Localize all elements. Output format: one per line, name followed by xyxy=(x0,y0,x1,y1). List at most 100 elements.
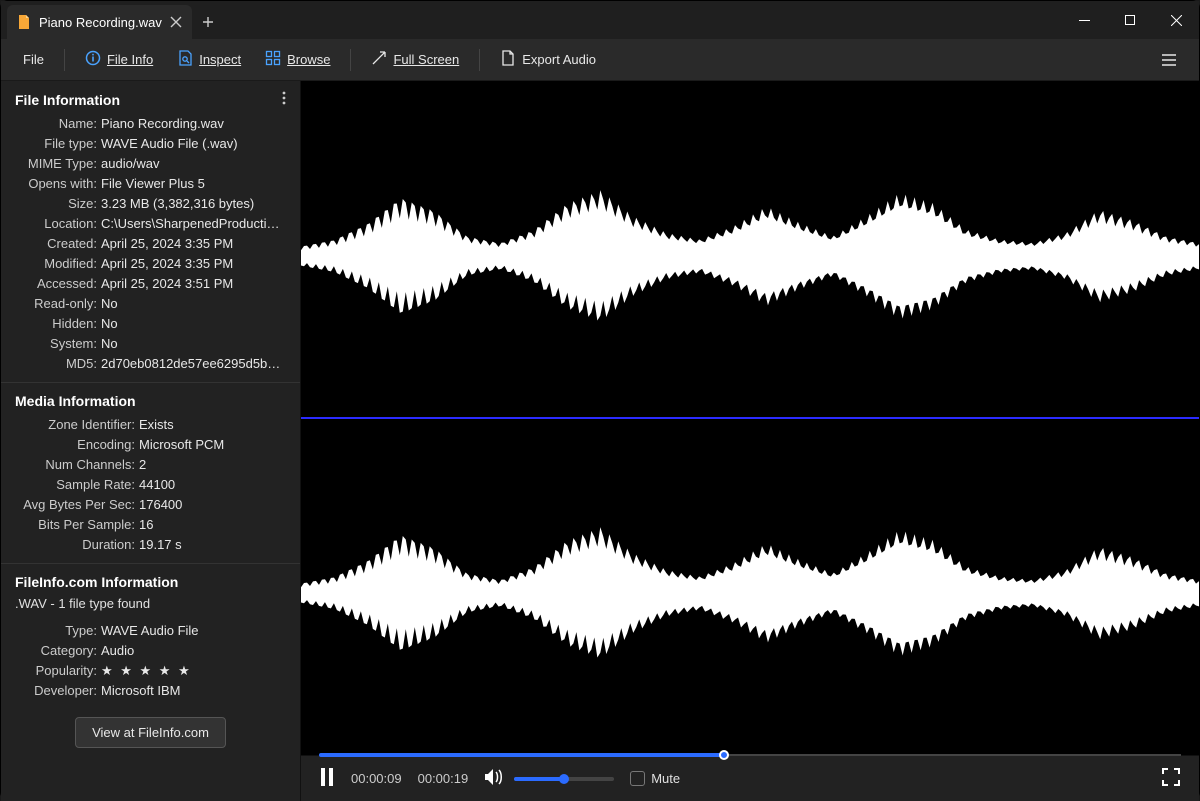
tab-title: Piano Recording.wav xyxy=(39,15,162,30)
export-icon xyxy=(500,50,516,69)
info-row-value: 44100 xyxy=(139,475,286,495)
info-row-value: C:\Users\SharpenedProductions\Do... xyxy=(101,214,286,234)
close-tab-icon[interactable] xyxy=(170,16,182,28)
info-row: Sample Rate:44100 xyxy=(15,475,286,495)
file-tab[interactable]: Piano Recording.wav xyxy=(7,5,192,39)
file-information-heading: File Information xyxy=(15,92,120,108)
info-row-label: MD5: xyxy=(15,354,101,374)
info-row: Created:April 25, 2024 3:35 PM xyxy=(15,234,286,254)
info-row-value: 2d70eb0812de57ee6295d5bd73017e19 xyxy=(101,354,286,374)
total-time: 00:00:19 xyxy=(418,771,469,786)
info-row-label: Name: xyxy=(15,114,101,134)
info-row: System:No xyxy=(15,334,286,354)
info-row-label: Location: xyxy=(15,214,101,234)
file-icon xyxy=(17,15,31,29)
minimize-button[interactable] xyxy=(1061,1,1107,39)
browse-button[interactable]: Browse xyxy=(255,44,340,75)
info-row-label: Developer: xyxy=(15,681,101,701)
info-row-label: Opens with: xyxy=(15,174,101,194)
progress-thumb[interactable] xyxy=(719,750,729,760)
fileinfocom-subtext: .WAV - 1 file type found xyxy=(15,596,286,611)
info-row-label: Type: xyxy=(15,621,101,641)
info-row-value: Piano Recording.wav xyxy=(101,114,286,134)
volume-icon[interactable] xyxy=(484,768,504,789)
current-time: 00:00:09 xyxy=(351,771,402,786)
inspect-icon xyxy=(177,50,193,69)
info-row: Zone Identifier:Exists xyxy=(15,415,286,435)
fullscreen-icon xyxy=(371,50,387,69)
info-row-label: Hidden: xyxy=(15,314,101,334)
new-tab-button[interactable] xyxy=(192,5,224,39)
info-row: Read-only:No xyxy=(15,294,286,314)
export-audio-button[interactable]: Export Audio xyxy=(490,44,606,75)
info-row: Accessed:April 25, 2024 3:51 PM xyxy=(15,274,286,294)
info-row-value: 176400 xyxy=(139,495,286,515)
info-row-value: Microsoft PCM xyxy=(139,435,286,455)
file-menu[interactable]: File xyxy=(13,46,54,73)
waveform-right-channel xyxy=(301,519,1199,667)
info-row: Category:Audio xyxy=(15,641,286,661)
info-row-value: audio/wav xyxy=(101,154,286,174)
info-row-label: Accessed: xyxy=(15,274,101,294)
info-row: Encoding:Microsoft PCM xyxy=(15,435,286,455)
info-row-label: Num Channels: xyxy=(15,455,139,475)
info-row-label: Duration: xyxy=(15,535,139,555)
info-row-label: Encoding: xyxy=(15,435,139,455)
info-row-value: Exists xyxy=(139,415,286,435)
view-at-fileinfo-button[interactable]: View at FileInfo.com xyxy=(75,717,226,748)
info-row-label: Category: xyxy=(15,641,101,661)
info-row-value: Audio xyxy=(101,641,286,661)
info-sidebar: File Information Name:Piano Recording.wa… xyxy=(1,81,301,801)
mute-checkbox[interactable] xyxy=(630,771,645,786)
info-row-label: Read-only: xyxy=(15,294,101,314)
info-row: Size:3.23 MB (3,382,316 bytes) xyxy=(15,194,286,214)
info-row-value: No xyxy=(101,314,286,334)
info-row: MIME Type:audio/wav xyxy=(15,154,286,174)
playback-progress[interactable] xyxy=(319,752,1181,758)
info-row-value: ★ ★ ★ ★ ★ xyxy=(101,661,286,681)
browse-icon xyxy=(265,50,281,69)
info-row-label: Size: xyxy=(15,194,101,214)
hamburger-menu[interactable] xyxy=(1151,46,1187,74)
channel-divider xyxy=(301,417,1199,419)
info-row: Bits Per Sample:16 xyxy=(15,515,286,535)
info-row-value: No xyxy=(101,294,286,314)
info-row-value: Microsoft IBM xyxy=(101,681,286,701)
info-row-value: April 25, 2024 3:35 PM xyxy=(101,254,286,274)
waveform-left-channel xyxy=(301,182,1199,330)
info-row: Duration:19.17 s xyxy=(15,535,286,555)
maximize-button[interactable] xyxy=(1107,1,1153,39)
close-window-button[interactable] xyxy=(1153,1,1199,39)
info-row: Avg Bytes Per Sec:176400 xyxy=(15,495,286,515)
info-row-value: No xyxy=(101,334,286,354)
volume-slider[interactable] xyxy=(514,777,614,781)
full-screen-button[interactable]: Full Screen xyxy=(361,44,469,75)
info-row: Location:C:\Users\SharpenedProductions\D… xyxy=(15,214,286,234)
info-row-value: 19.17 s xyxy=(139,535,286,555)
info-row-label: Zone Identifier: xyxy=(15,415,139,435)
info-row-value: April 25, 2024 3:51 PM xyxy=(101,274,286,294)
info-row-value: 3.23 MB (3,382,316 bytes) xyxy=(101,194,286,214)
fileinfocom-heading: FileInfo.com Information xyxy=(15,574,178,590)
info-row: Type:WAVE Audio File xyxy=(15,621,286,641)
info-row-label: File type: xyxy=(15,134,101,154)
volume-thumb[interactable] xyxy=(559,774,569,784)
inspect-button[interactable]: Inspect xyxy=(167,44,251,75)
info-row-label: Bits Per Sample: xyxy=(15,515,139,535)
info-row-value: 2 xyxy=(139,455,286,475)
info-row-value: WAVE Audio File (.wav) xyxy=(101,134,286,154)
more-icon[interactable] xyxy=(282,91,286,108)
mute-toggle[interactable]: Mute xyxy=(630,771,680,786)
info-row-label: Modified: xyxy=(15,254,101,274)
info-row: Popularity:★ ★ ★ ★ ★ xyxy=(15,661,286,681)
info-row-label: Avg Bytes Per Sec: xyxy=(15,495,139,515)
mute-label: Mute xyxy=(651,771,680,786)
file-info-button[interactable]: File Info xyxy=(75,44,163,75)
info-row-label: MIME Type: xyxy=(15,154,101,174)
expand-button[interactable] xyxy=(1161,767,1181,790)
info-row-value: 16 xyxy=(139,515,286,535)
info-row: Hidden:No xyxy=(15,314,286,334)
info-row-value: April 25, 2024 3:35 PM xyxy=(101,234,286,254)
info-row: Modified:April 25, 2024 3:35 PM xyxy=(15,254,286,274)
pause-button[interactable] xyxy=(319,768,335,789)
